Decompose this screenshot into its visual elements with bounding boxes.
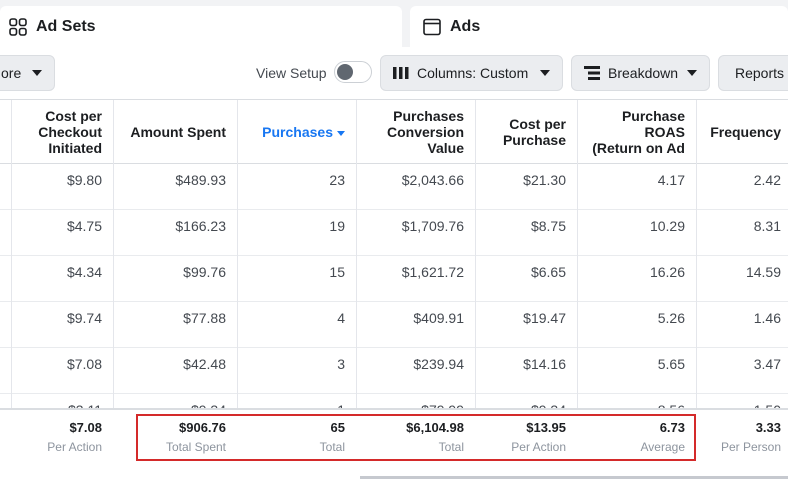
- columns-icon: [393, 66, 409, 80]
- column-header-text: Checkout: [38, 124, 102, 140]
- breakdown-dropdown-button[interactable]: Breakdown: [571, 55, 710, 91]
- column-header-text: Purchase: [502, 132, 566, 148]
- table-row[interactable]: $4.34 $99.76 15 $1,621.72 $6.65 16.26 14.59: [0, 256, 788, 302]
- column-header-amount-spent[interactable]: Amount Spent: [113, 100, 237, 164]
- cell-conv-value: $409.91: [413, 310, 464, 326]
- column-divider: [237, 100, 238, 408]
- summary-label-cost-checkout: Per Action: [47, 440, 102, 454]
- column-header-text: Cost per: [509, 116, 566, 132]
- table-row[interactable]: $4.75 $166.23 19 $1,709.76 $8.75 10.29 8.31: [0, 210, 788, 256]
- column-header-text: Value: [427, 140, 464, 156]
- cell-cost-purchase: $19.47: [523, 310, 566, 326]
- cell-roas: 16.26: [649, 264, 685, 280]
- column-header-frequency[interactable]: Frequency: [696, 100, 788, 164]
- sort-descending-icon: [337, 130, 345, 136]
- tab-bar: Ad Sets Ads: [0, 0, 788, 47]
- column-header-cost-purchase[interactable]: Cost per Purchase: [475, 100, 577, 164]
- summary-label-frequency: Per Person: [720, 440, 781, 454]
- cell-conv-value: $1,621.72: [401, 264, 464, 280]
- column-divider: [475, 100, 476, 408]
- cell-roas: 5.65: [657, 356, 685, 372]
- cell-frequency: 1.46: [753, 310, 781, 326]
- column-header-roas[interactable]: Purchase ROAS (Return on Ad: [577, 100, 696, 164]
- cell-cost-purchase: $6.65: [530, 264, 566, 280]
- column-divider: [113, 100, 114, 408]
- cell-frequency: 2.42: [753, 172, 781, 188]
- column-header-cost-checkout[interactable]: Cost per Checkout Initiated: [11, 100, 113, 164]
- column-header-text: Conversion: [386, 124, 464, 140]
- cell-conv-value: $239.94: [413, 356, 464, 372]
- cell-roas: 10.29: [649, 218, 685, 234]
- cell-amount-spent: $489.93: [175, 172, 226, 188]
- reports-label: Reports: [735, 65, 785, 81]
- cell-amount-spent: $99.76: [183, 264, 226, 280]
- tab-ads[interactable]: Ads: [410, 6, 788, 47]
- toolbar: ore Columns: Custom Breakdown Reports: [0, 47, 788, 99]
- chevron-down-icon: [540, 70, 550, 76]
- column-header-conv-value[interactable]: Purchases Conversion Value: [356, 100, 475, 164]
- column-divider: [11, 100, 12, 408]
- summary-value-cost-checkout: $7.08: [69, 420, 102, 435]
- cell-purchases: 3: [337, 356, 345, 372]
- cell-amount-spent: $42.48: [183, 356, 226, 372]
- cell-purchases: 19: [329, 218, 345, 234]
- breakdown-label: Breakdown: [608, 65, 679, 81]
- cell-cost-purchase: $21.30: [523, 172, 566, 188]
- column-divider: [696, 100, 697, 408]
- tab-ad-sets-label: Ad Sets: [36, 17, 96, 35]
- tab-ad-sets[interactable]: Ad Sets: [0, 6, 402, 47]
- cell-conv-value: $1,709.76: [401, 218, 464, 234]
- column-divider: [356, 100, 357, 408]
- column-header-text: Purchases: [262, 124, 333, 140]
- cell-cost-checkout: $4.75: [66, 218, 102, 234]
- column-header-text: Purchase: [621, 108, 685, 124]
- more-label: ore: [1, 65, 22, 81]
- column-header-text: Amount Spent: [130, 124, 226, 140]
- column-header-text: (Return on Ad: [592, 140, 685, 156]
- toggle-knob: [337, 64, 353, 80]
- reports-dropdown-button[interactable]: Reports: [718, 55, 788, 91]
- table-header: Cost per Checkout Initiated Amount Spent Pur…: [0, 100, 788, 164]
- view-setup-toggle[interactable]: [334, 61, 372, 83]
- cell-frequency: 3.47: [753, 356, 781, 372]
- cell-amount-spent: $77.88: [183, 310, 226, 326]
- cell-amount-spent: $166.23: [175, 218, 226, 234]
- table-row[interactable]: $9.74 $77.88 4 $409.91 $19.47 5.26 1.46: [0, 302, 788, 348]
- cell-cost-purchase: $8.75: [530, 218, 566, 234]
- cell-cost-checkout: $9.74: [66, 310, 102, 326]
- cell-frequency: 8.31: [753, 218, 781, 234]
- column-divider: [577, 100, 578, 408]
- cell-purchases: 4: [337, 310, 345, 326]
- cell-roas: 5.26: [657, 310, 685, 326]
- cell-cost-checkout: $7.08: [66, 356, 102, 372]
- cell-frequency: 14.59: [745, 264, 781, 280]
- grid-icon: [8, 17, 28, 37]
- column-header-text: Purchases: [393, 108, 464, 124]
- cell-purchases: 15: [329, 264, 345, 280]
- table-row[interactable]: $9.80 $489.93 23 $2,043.66 $21.30 4.17 2.42: [0, 164, 788, 210]
- cell-roas: 4.17: [657, 172, 685, 188]
- cell-purchases: 23: [329, 172, 345, 188]
- cell-cost-checkout: $4.34: [66, 264, 102, 280]
- cell-cost-checkout: $9.80: [66, 172, 102, 188]
- column-header-text: Cost per: [45, 108, 102, 124]
- cell-cost-purchase: $14.16: [523, 356, 566, 372]
- column-header-text: ROAS: [644, 124, 685, 140]
- table-row[interactable]: $7.08 $42.48 3 $239.94 $14.16 5.65 3.47: [0, 348, 788, 394]
- breakdown-icon: [584, 66, 600, 80]
- cell-conv-value: $2,043.66: [401, 172, 464, 188]
- column-header-purchases[interactable]: Purchases: [237, 100, 356, 164]
- column-header-text: Frequency: [710, 124, 781, 140]
- columns-dropdown-button[interactable]: Columns: Custom: [380, 55, 563, 91]
- tab-ads-label: Ads: [450, 17, 481, 35]
- summary-value-frequency: 3.33: [755, 420, 781, 435]
- summary-highlight-box: [136, 414, 696, 461]
- more-dropdown-button[interactable]: ore: [0, 55, 55, 91]
- view-setup-label: View Setup: [256, 65, 327, 81]
- chevron-down-icon: [32, 70, 42, 76]
- chevron-down-icon: [687, 70, 697, 76]
- window-icon: [422, 17, 442, 37]
- column-header-text: Initiated: [48, 140, 102, 156]
- columns-label: Columns: Custom: [417, 65, 529, 81]
